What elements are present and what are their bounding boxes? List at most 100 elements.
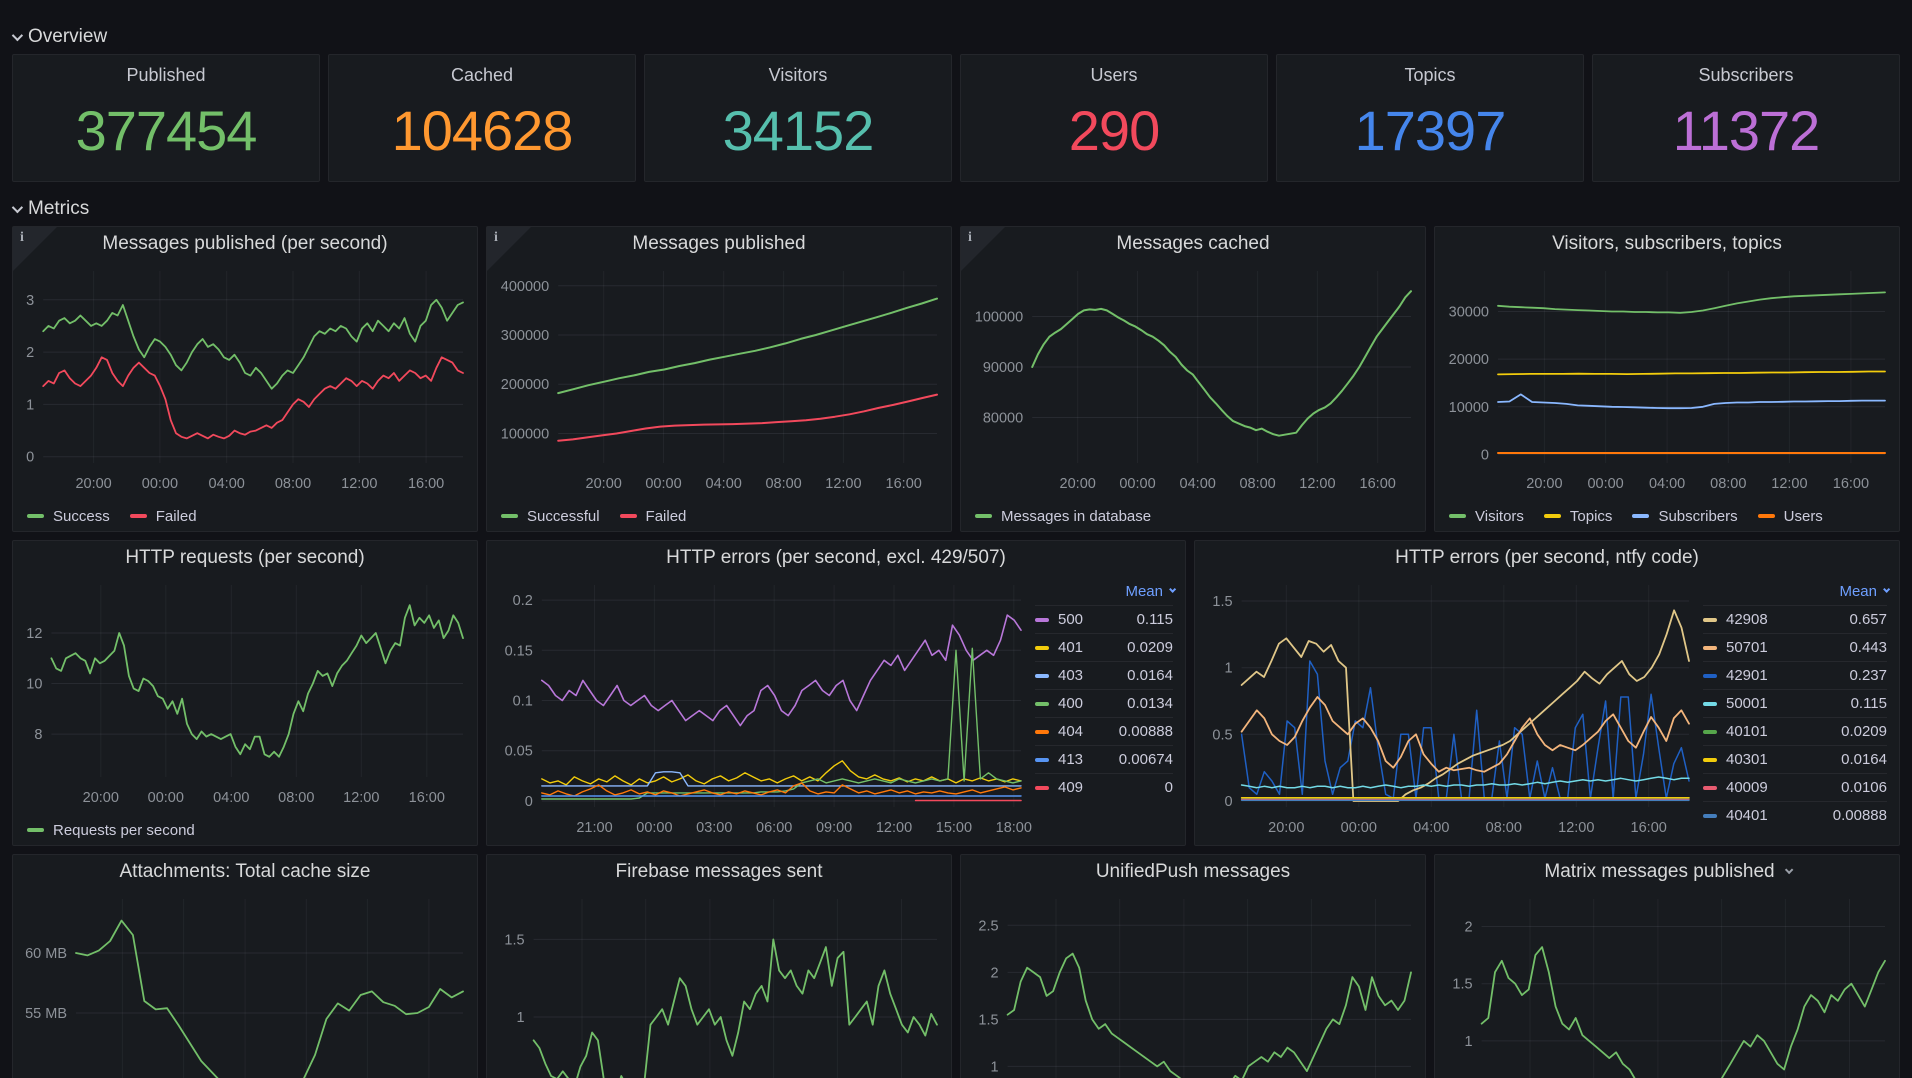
legend-item-failed[interactable]: Failed — [130, 508, 197, 525]
dashboard: Overview Published 377454 Cached 104628 … — [0, 0, 1912, 1078]
svg-text:0.2: 0.2 — [513, 593, 533, 609]
chart-canvas-attachments-cache[interactable]: 20:0000:0004:0008:0012:0016:0055 MB60 MB — [13, 889, 477, 1078]
legend-swatch-icon — [1035, 730, 1049, 734]
legend-row-40301[interactable]: 403010.0164 — [1703, 745, 1887, 773]
chart-canvas-matrix-published[interactable]: 20:0000:0004:0008:0012:0016:000.511.52 — [1435, 889, 1899, 1078]
legend-item-failed[interactable]: Failed — [620, 508, 687, 525]
legend-swatch-icon — [501, 514, 518, 518]
legend-swatch-icon — [1703, 702, 1717, 706]
panel-title-bar[interactable]: Messages published — [487, 227, 951, 261]
legend-swatch-icon — [620, 514, 637, 518]
svg-text:00:00: 00:00 — [1119, 476, 1155, 492]
legend-row-409[interactable]: 4090 — [1035, 773, 1173, 801]
legend-item-subscribers[interactable]: Subscribers — [1632, 508, 1737, 525]
legend-row-401[interactable]: 4010.0209 — [1035, 633, 1173, 661]
panel-title: Messages published — [632, 233, 805, 255]
legend-swatch-icon — [1703, 730, 1717, 734]
chart-canvas-messages-published-rate[interactable]: 20:0000:0004:0008:0012:0016:000123 — [13, 261, 477, 501]
chart-canvas-visitors-subscribers-topics[interactable]: 20:0000:0004:0008:0012:0016:000100002000… — [1435, 261, 1899, 501]
legend-row-413[interactable]: 4130.00674 — [1035, 745, 1173, 773]
legend-item-successful[interactable]: Successful — [501, 508, 600, 525]
series-mean-value: 0.115 — [1851, 695, 1887, 712]
legend-row-403[interactable]: 4030.0164 — [1035, 661, 1173, 689]
stat-value: 104628 — [392, 80, 573, 181]
chart-canvas-http-requests[interactable]: 20:0000:0004:0008:0012:0016:0081012 — [13, 575, 477, 815]
svg-text:100000: 100000 — [501, 427, 549, 443]
panel-title-bar[interactable]: HTTP requests (per second) — [13, 541, 477, 575]
svg-text:16:00: 16:00 — [886, 476, 922, 492]
legend-item-users[interactable]: Users — [1758, 508, 1823, 525]
panel-title: HTTP errors (per second, ntfy code) — [1395, 547, 1699, 569]
panel-title-bar[interactable]: HTTP errors (per second, ntfy code) — [1195, 541, 1899, 575]
panel-title-bar[interactable]: Messages published (per second) — [13, 227, 477, 261]
panel-title-bar[interactable]: Messages cached — [961, 227, 1425, 261]
svg-text:00:00: 00:00 — [636, 820, 672, 836]
legend-label: Failed — [646, 508, 687, 525]
svg-text:90000: 90000 — [983, 360, 1023, 376]
mean-column-header[interactable]: Mean — [1035, 577, 1173, 605]
svg-text:3: 3 — [26, 293, 34, 309]
panel-title-bar[interactable]: HTTP errors (per second, excl. 429/507) — [487, 541, 1185, 575]
legend-row-40009[interactable]: 400090.0106 — [1703, 773, 1887, 801]
legend-row-40101[interactable]: 401010.0209 — [1703, 717, 1887, 745]
legend-row-40401[interactable]: 404010.00888 — [1703, 801, 1887, 829]
panel-title-bar[interactable]: Visitors, subscribers, topics — [1435, 227, 1899, 261]
panel-unifiedpush: UnifiedPush messages 20:0000:0004:0008:0… — [960, 854, 1426, 1078]
svg-text:00:00: 00:00 — [1341, 820, 1377, 836]
svg-text:00:00: 00:00 — [142, 476, 178, 492]
legend-swatch-icon — [1035, 786, 1049, 790]
legend-row-42908[interactable]: 429080.657 — [1703, 605, 1887, 633]
chart-canvas-unifiedpush[interactable]: 20:0000:0004:0008:0012:0016:0011.522.5 — [961, 889, 1425, 1078]
stat-panel-cached[interactable]: Cached 104628 — [328, 54, 636, 182]
legend-row-404[interactable]: 4040.00888 — [1035, 717, 1173, 745]
svg-text:0.05: 0.05 — [505, 744, 533, 760]
svg-text:04:00: 04:00 — [213, 790, 249, 806]
panel-title-bar[interactable]: Matrix messages published — [1435, 855, 1899, 889]
mean-column-header[interactable]: Mean — [1703, 577, 1887, 605]
panel-title-bar[interactable]: Attachments: Total cache size — [13, 855, 477, 889]
legend-item-topics[interactable]: Topics — [1544, 508, 1613, 525]
legend-row-50001[interactable]: 500010.115 — [1703, 689, 1887, 717]
legend-row-42901[interactable]: 429010.237 — [1703, 661, 1887, 689]
legend-item-success[interactable]: Success — [27, 508, 110, 525]
legend-item-visitors[interactable]: Visitors — [1449, 508, 1524, 525]
panel-title-bar[interactable]: UnifiedPush messages — [961, 855, 1425, 889]
legend-item-messages-in-database[interactable]: Messages in database — [975, 508, 1151, 525]
svg-text:20:00: 20:00 — [586, 476, 622, 492]
chart-canvas-messages-published[interactable]: 20:0000:0004:0008:0012:0016:001000002000… — [487, 261, 951, 501]
stat-panel-users[interactable]: Users 290 — [960, 54, 1268, 182]
svg-text:08:00: 08:00 — [275, 476, 311, 492]
section-row-metrics[interactable]: Metrics — [12, 192, 1900, 226]
stat-panel-published[interactable]: Published 377454 — [12, 54, 320, 182]
stat-panel-topics[interactable]: Topics 17397 — [1276, 54, 1584, 182]
legend-row-400[interactable]: 4000.0134 — [1035, 689, 1173, 717]
chart-canvas-firebase-sent[interactable]: 20:0000:0004:0008:0012:0016:000.511.5 — [487, 889, 951, 1078]
chart-canvas-http-errors-ntfy[interactable]: 20:0000:0004:0008:0012:0016:0000.511.5 — [1195, 575, 1703, 845]
legend-swatch-icon — [1703, 646, 1717, 650]
svg-text:1.5: 1.5 — [1212, 594, 1232, 610]
legend-row-50701[interactable]: 507010.443 — [1703, 633, 1887, 661]
stat-panel-subscribers[interactable]: Subscribers 11372 — [1592, 54, 1900, 182]
section-row-overview[interactable]: Overview — [12, 20, 1900, 54]
svg-text:12:00: 12:00 — [876, 820, 912, 836]
legend-swatch-icon — [1035, 618, 1049, 622]
chart-canvas-messages-cached[interactable]: 20:0000:0004:0008:0012:0016:008000090000… — [961, 261, 1425, 501]
sort-chevron-icon — [1169, 585, 1176, 592]
legend-row-500[interactable]: 5000.115 — [1035, 605, 1173, 633]
svg-text:04:00: 04:00 — [1649, 476, 1685, 492]
panel-title: Attachments: Total cache size — [120, 861, 371, 883]
legend-item-requests-per-second[interactable]: Requests per second — [27, 822, 195, 839]
legend-mean-table: Mean5000.1154010.02094030.01644000.01344… — [1035, 575, 1185, 845]
series-name: 42908 — [1726, 611, 1768, 628]
panel-menu-chevron-icon[interactable] — [1784, 866, 1792, 874]
series-name: 500 — [1058, 611, 1083, 628]
chart-canvas-http-errors-excl[interactable]: 21:0000:0003:0006:0009:0012:0015:0018:00… — [487, 575, 1035, 845]
svg-text:0.1: 0.1 — [513, 694, 533, 710]
stat-panel-visitors[interactable]: Visitors 34152 — [644, 54, 952, 182]
panel-title-bar[interactable]: Firebase messages sent — [487, 855, 951, 889]
svg-text:1: 1 — [1465, 1034, 1473, 1050]
legend-swatch-icon — [130, 514, 147, 518]
legend-swatch-icon — [1035, 702, 1049, 706]
metrics-row-1: i Messages published (per second) 20:000… — [12, 226, 1900, 532]
chart-legend: Requests per second — [13, 815, 477, 845]
